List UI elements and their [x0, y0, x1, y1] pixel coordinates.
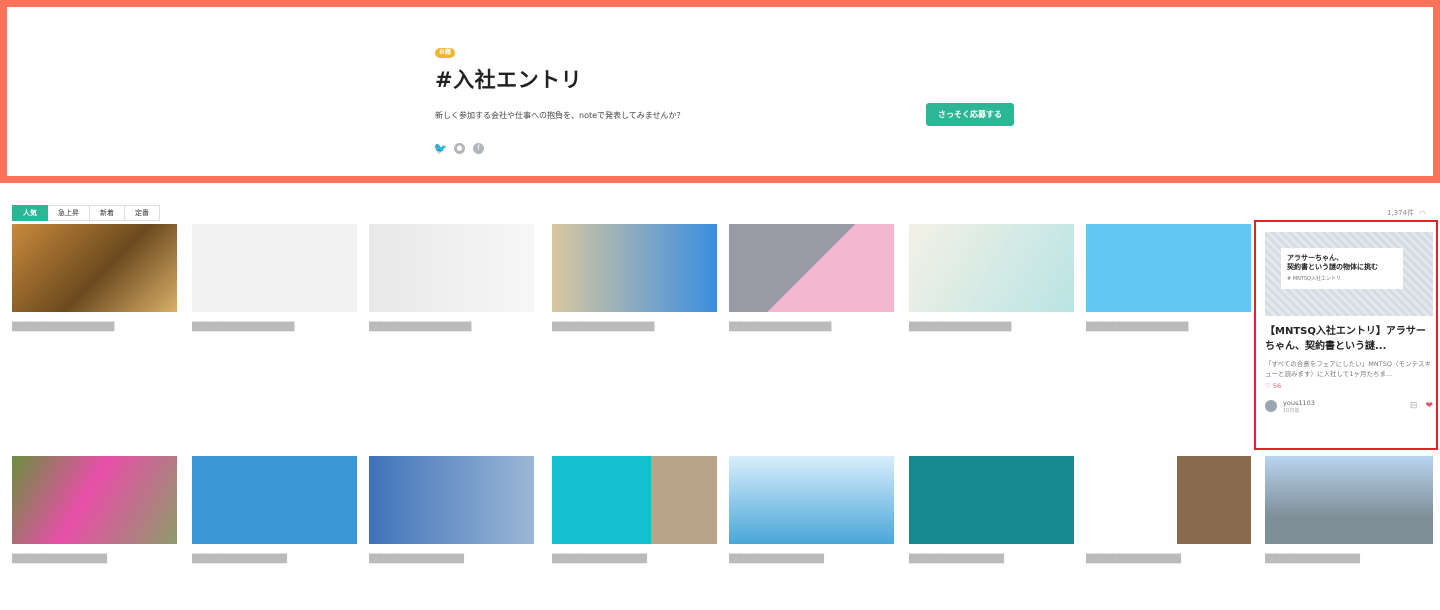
- note-card[interactable]: ▇▇▇▇▇▇▇▇▇▇▇▇▇: [369, 456, 534, 580]
- note-card[interactable]: ▇▇▇▇▇▇▇▇▇▇▇▇▇▇: [12, 224, 177, 348]
- note-card[interactable]: ▇▇▇▇▇▇▇▇▇▇▇▇▇▇: [729, 224, 894, 348]
- note-card[interactable]: ▇▇▇▇▇▇▇▇▇▇▇▇▇: [12, 456, 177, 580]
- note-thumbnail: [552, 224, 717, 312]
- note-title-blurred: ▇▇▇▇▇▇▇▇▇▇▇▇▇: [729, 553, 824, 564]
- share-buttons: 🐦 ● f: [434, 143, 1035, 154]
- note-title-blurred: ▇▇▇▇▇▇▇▇▇▇▇▇▇: [552, 553, 647, 564]
- hero-content: お題 #入社エントリ 新しく参加する会社や仕事への抱負を、noteで発表してみま…: [434, 39, 1035, 154]
- apply-button[interactable]: さっそく応募する: [926, 103, 1014, 126]
- twitter-icon[interactable]: 🐦: [434, 143, 448, 154]
- note-thumbnail: [729, 224, 894, 312]
- note-thumbnail: [12, 224, 177, 312]
- note-title-blurred: ▇▇▇▇▇▇▇▇▇▇▇▇▇▇: [552, 321, 655, 332]
- note-card[interactable]: ▇▇▇▇▇▇▇▇▇▇▇▇▇: [552, 456, 717, 580]
- tab-new[interactable]: 新着: [90, 205, 125, 221]
- note-card[interactable]: ▇▇▇▇▇▇▇▇▇▇▇▇▇: [1086, 456, 1251, 580]
- tab-popular[interactable]: 人気: [12, 205, 48, 221]
- note-card[interactable]: ▇▇▇▇▇▇▇▇▇▇▇▇▇: [909, 456, 1074, 580]
- note-title-blurred: ▇▇▇▇▇▇▇▇▇▇▇▇▇: [192, 553, 287, 564]
- note-thumbnail: [12, 456, 177, 544]
- note-title-blurred: ▇▇▇▇▇▇▇▇▇▇▇▇▇: [1086, 553, 1181, 564]
- note-title-blurred: ▇▇▇▇▇▇▇▇▇▇▇▇▇▇: [729, 321, 832, 332]
- odai-badge: お題: [435, 48, 456, 58]
- line-icon[interactable]: ●: [454, 143, 465, 154]
- note-thumbnail: [192, 224, 357, 312]
- note-title-blurred: ▇▇▇▇▇▇▇▇▇▇▇▇▇: [369, 553, 464, 564]
- note-card[interactable]: ▇▇▇▇▇▇▇▇▇▇▇▇▇▇: [369, 224, 534, 348]
- highlight-box: [1254, 220, 1438, 450]
- note-thumbnail: [1086, 224, 1251, 312]
- sort-tabs: 人気 急上昇 新着 定番: [12, 205, 160, 221]
- note-thumbnail: [909, 224, 1074, 312]
- note-thumbnail: [1086, 456, 1251, 544]
- hashtag-hero: お題 #入社エントリ 新しく参加する会社や仕事への抱負を、noteで発表してみま…: [0, 0, 1440, 183]
- note-thumbnail: [1265, 456, 1433, 544]
- note-thumbnail: [369, 456, 534, 544]
- result-count: 1,374件 ◠: [1387, 208, 1426, 218]
- note-title-blurred: ▇▇▇▇▇▇▇▇▇▇▇▇▇: [12, 553, 107, 564]
- facebook-icon[interactable]: f: [473, 143, 484, 154]
- note-title-blurred: ▇▇▇▇▇▇▇▇▇▇▇▇▇: [1265, 553, 1360, 564]
- tab-trending[interactable]: 急上昇: [48, 205, 90, 221]
- note-thumbnail: [369, 224, 534, 312]
- note-thumbnail: [552, 456, 717, 544]
- note-thumbnail: [192, 456, 357, 544]
- note-title-blurred: ▇▇▇▇▇▇▇▇▇▇▇▇▇▇: [12, 321, 115, 332]
- note-title-blurred: ▇▇▇▇▇▇▇▇▇▇▇▇▇▇: [1086, 321, 1189, 332]
- note-thumbnail: [909, 456, 1074, 544]
- note-card[interactable]: ▇▇▇▇▇▇▇▇▇▇▇▇▇▇: [1086, 224, 1251, 348]
- note-title-blurred: ▇▇▇▇▇▇▇▇▇▇▇▇▇: [909, 553, 1004, 564]
- tab-classic[interactable]: 定番: [125, 205, 160, 221]
- note-title-blurred: ▇▇▇▇▇▇▇▇▇▇▇▇▇▇: [192, 321, 295, 332]
- hashtag-title: #入社エントリ: [435, 68, 583, 92]
- note-card[interactable]: ▇▇▇▇▇▇▇▇▇▇▇▇▇▇: [552, 224, 717, 348]
- count-text: 1,374件: [1386, 209, 1415, 217]
- note-card[interactable]: ▇▇▇▇▇▇▇▇▇▇▇▇▇▇: [909, 224, 1074, 348]
- note-card[interactable]: ▇▇▇▇▇▇▇▇▇▇▇▇▇▇: [192, 224, 357, 348]
- note-title-blurred: ▇▇▇▇▇▇▇▇▇▇▇▇▇▇: [369, 321, 472, 332]
- note-card[interactable]: ▇▇▇▇▇▇▇▇▇▇▇▇▇: [1265, 456, 1433, 580]
- rss-icon[interactable]: ◠: [1419, 209, 1426, 218]
- note-card[interactable]: ▇▇▇▇▇▇▇▇▇▇▇▇▇: [192, 456, 357, 580]
- note-title-blurred: ▇▇▇▇▇▇▇▇▇▇▇▇▇▇: [909, 321, 1012, 332]
- note-card[interactable]: ▇▇▇▇▇▇▇▇▇▇▇▇▇: [729, 456, 894, 580]
- note-thumbnail: [729, 456, 894, 544]
